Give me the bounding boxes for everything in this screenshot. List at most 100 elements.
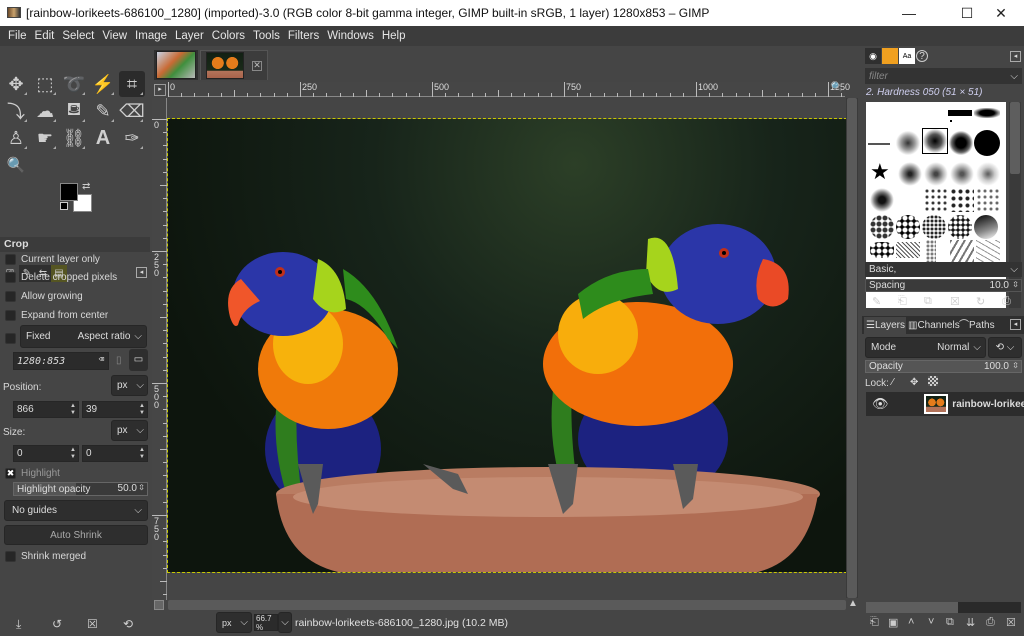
paintbrush-tool-icon[interactable]: ✎ [90,98,116,124]
menu-select[interactable]: Select [58,30,98,42]
landscape-icon[interactable]: ▭ [129,349,148,371]
open-brush-icon[interactable]: ⎙ [1002,295,1011,308]
size-width-input[interactable]: 0 ▲ ▼ [13,445,79,462]
menu-tools[interactable]: Tools [249,30,284,42]
zoom-dropdown[interactable]: ⌵ [278,612,292,633]
brush-scrollbar[interactable] [1009,102,1021,308]
image-canvas[interactable] [167,118,847,573]
expand-from-center-checkbox[interactable]: Expand from center [5,308,108,322]
close-tab-icon[interactable]: ✕ [252,60,262,71]
refresh-brushes-icon[interactable]: ↻ [976,295,985,308]
patterns-tab-icon[interactable] [882,48,898,64]
brush-tag-combo[interactable]: Basic, ⌵ [865,262,1022,277]
help-tab-icon[interactable]: ? [916,50,928,62]
position-unit-combo[interactable]: px ⌵ [111,375,148,396]
default-colors-icon[interactable] [60,202,68,210]
delete-options-icon[interactable]: ☒ [87,617,98,631]
paths-tool-icon[interactable]: ⛓ [61,125,87,151]
layer-row[interactable]: 👁 rainbow-lorikeets [866,392,1024,416]
smudge-tool-icon[interactable]: ☛ [32,125,58,151]
horizontal-scrollbar[interactable] [168,600,846,610]
menu-image[interactable]: Image [131,30,171,42]
delete-cropped-pixels-checkbox[interactable]: Delete cropped pixels [5,270,117,284]
free-select-tool-icon[interactable]: ➰ [61,71,87,97]
lower-layer-icon[interactable]: ˅ [928,616,934,628]
lock-position-icon[interactable]: ✥ [910,377,918,388]
allow-growing-checkbox[interactable]: Allow growing [5,289,83,303]
reset-options-icon[interactable]: ⟲ [123,617,133,631]
edit-brush-icon[interactable]: ✎ [872,295,881,308]
clear-icon[interactable]: ⌫ [99,355,104,365]
tab-paths[interactable]: ⌒Paths [959,317,995,334]
brushes-tab-icon[interactable]: ◉ [865,48,881,64]
layer-opacity-slider[interactable]: Opacity 100.0 ⇳ [865,360,1022,373]
duplicate-layer-icon[interactable]: ⧉ [946,616,954,629]
configure-tab-icon[interactable]: ◂ [1010,319,1021,330]
fixed-checkbox[interactable] [5,331,21,345]
menu-colors[interactable]: Colors [208,30,249,42]
layer-mode-combo[interactable]: Mode Normal ⌵ [865,337,986,358]
menu-layer[interactable]: Layer [171,30,208,42]
layer-mask-icon[interactable]: ⎙ [986,616,995,629]
zoom-tool-icon[interactable]: 🔍 [3,152,29,178]
configure-tab-icon[interactable]: ◂ [1010,51,1021,62]
configure-tab-icon[interactable]: ◂ [136,267,147,278]
zoom-fit-icon[interactable]: 🔍 [830,82,844,96]
shrink-merged-checkbox[interactable]: Shrink merged [5,549,86,563]
new-brush-icon[interactable]: ⎗ [898,295,907,308]
selected-brush[interactable] [922,128,948,154]
menu-edit[interactable]: Edit [31,30,59,42]
minimize-button[interactable]: — [886,0,932,26]
image-tab-2[interactable]: ✕ [200,50,268,80]
unit-combo[interactable]: px ⌵ [216,612,252,633]
lock-alpha-icon[interactable] [928,376,938,386]
bucket-fill-tool-icon[interactable]: ⛾ [61,98,87,124]
fixed-mode-combo[interactable]: Fixed Aspect ratio ⌵ [20,325,147,348]
delete-brush-icon[interactable]: ☒ [950,295,960,308]
text-tool-icon[interactable]: A [90,125,116,151]
menu-view[interactable]: View [98,30,131,42]
visibility-eye-icon[interactable]: 👁 [872,396,889,412]
size-unit-combo[interactable]: px ⌵ [111,420,148,441]
menu-file[interactable]: File [4,30,31,42]
auto-shrink-button[interactable]: Auto Shrink [4,525,148,545]
eraser-tool-icon[interactable]: ⌫ [119,98,145,124]
duplicate-brush-icon[interactable]: ⧉ [924,295,932,308]
vertical-scrollbar[interactable] [846,98,858,598]
restore-options-icon[interactable]: ↺ [52,617,62,631]
warp-tool-icon[interactable]: ☁ [32,98,58,124]
swap-colors-icon[interactable]: ⇄ [82,181,90,192]
zoom-input[interactable]: 66.7 % [254,614,278,632]
fuzzy-select-tool-icon[interactable]: ⚡ [90,71,116,97]
save-options-icon[interactable]: ⤓ [16,617,21,632]
menu-help[interactable]: Help [378,30,410,42]
tab-layers[interactable]: ☰Layers [864,317,906,334]
new-layer-icon[interactable]: ⎗ [870,616,879,629]
raise-layer-icon[interactable]: ˄ [908,616,914,628]
fonts-tab-icon[interactable]: Aa [899,48,915,64]
navigate-icon[interactable] [154,600,164,610]
layers-hscrollbar[interactable] [866,602,1021,613]
portrait-icon[interactable]: ▯ [116,355,122,366]
new-layer-group-icon[interactable]: ▣ [888,616,898,629]
brush-spacing-slider[interactable]: Spacing 10.0 ⇳ [865,279,1022,292]
merge-layer-icon[interactable]: ⇊ [966,616,975,629]
brush-grid[interactable]: ★ [866,102,1006,308]
menu-filters[interactable]: Filters [284,30,323,42]
size-height-input[interactable]: 0 ▲ ▼ [82,445,148,462]
highlight-checkbox[interactable]: ✖ Highlight [5,466,60,480]
position-y-input[interactable]: 39 ▲ ▼ [82,401,148,418]
transform-tool-icon[interactable]: ⤵ [3,98,29,124]
color-picker-tool-icon[interactable]: ✑ [119,125,145,151]
close-button[interactable]: ✕ [978,0,1024,26]
move-tool-icon[interactable]: ✥ [3,71,29,97]
brush-filter-input[interactable]: filter ⌵ [865,68,1022,84]
layer-name[interactable]: rainbow-lorikeets [952,399,1024,410]
delete-layer-icon[interactable]: ☒ [1006,616,1016,629]
clone-tool-icon[interactable]: ♙ [3,125,29,151]
composite-mode-combo[interactable]: ⟲ ⌵ [988,337,1022,358]
crop-tool-icon[interactable]: ⌗ [119,71,145,97]
guides-combo[interactable]: No guides ⌵ [4,500,148,521]
aspect-ratio-input[interactable]: 1280:853 ⌫ [13,352,109,370]
foreground-color-swatch[interactable] [60,183,78,201]
